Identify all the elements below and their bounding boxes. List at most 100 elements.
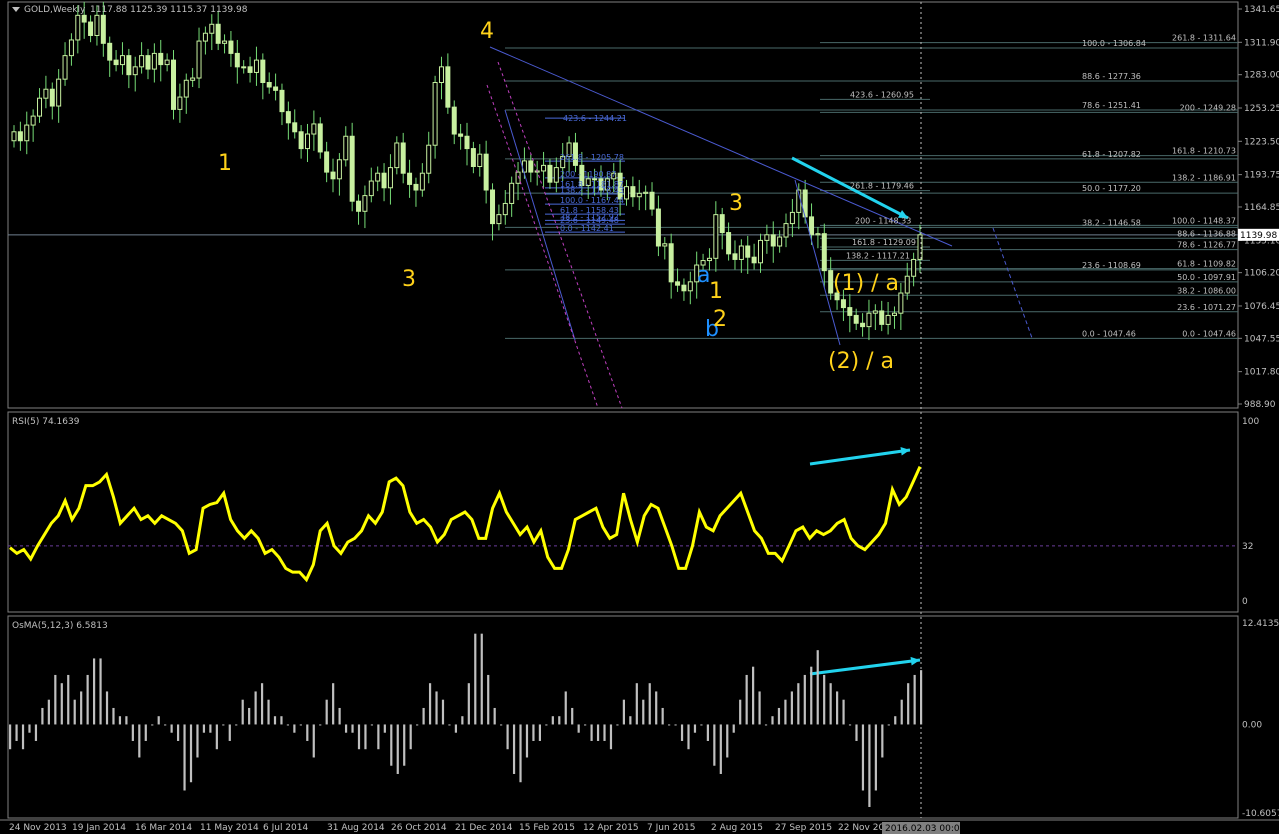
trendline-fan-2 — [794, 179, 841, 346]
candle-body — [649, 191, 655, 210]
price-tick-label: 1223.50 — [1244, 137, 1279, 147]
fib-right-label: 50.0 - 1177.20 — [1082, 184, 1141, 193]
candle-body — [171, 59, 177, 110]
time-label: 26 Oct 2014 — [391, 823, 447, 833]
candle-body — [228, 40, 234, 54]
osma-bar — [861, 724, 865, 791]
candle-body — [668, 243, 674, 283]
candle-body — [809, 216, 815, 236]
osma-bar — [435, 691, 438, 725]
osma-bar — [480, 633, 483, 725]
time-label: 16 Mar 2014 — [135, 823, 192, 833]
candle-body — [732, 253, 738, 260]
osma-bottom-label: -10.6057 — [1242, 809, 1279, 819]
candle-body — [234, 52, 240, 68]
candle-body — [458, 133, 464, 137]
candle-body — [324, 151, 330, 173]
candle-body — [279, 89, 285, 113]
candle-body — [49, 88, 55, 107]
rsi-panel — [7, 411, 1239, 613]
osma-bar — [829, 683, 832, 725]
candle-body — [113, 59, 119, 66]
candle-body — [349, 135, 355, 202]
candle-body — [222, 40, 228, 44]
osma-bar — [551, 716, 554, 725]
candle-body — [139, 55, 145, 68]
candle-body — [643, 191, 649, 194]
osma-bar — [319, 724, 322, 726]
candle-body — [847, 307, 853, 316]
candle-body — [183, 79, 189, 98]
candle-body — [719, 214, 725, 234]
osma-bar — [487, 674, 490, 725]
osma-bar — [105, 691, 109, 725]
candle-body — [400, 142, 406, 174]
osma-bar — [228, 724, 231, 741]
osma-bar — [170, 724, 173, 733]
osma-bar — [538, 724, 542, 741]
osma-bar — [674, 724, 677, 726]
osma-bar — [441, 699, 445, 725]
fib-mid-label: 261.8 - 1179.46 — [850, 182, 914, 191]
osma-bar — [512, 724, 516, 774]
osma-bar — [306, 724, 309, 741]
osma-bar — [739, 699, 742, 725]
candle-body — [777, 236, 783, 247]
candle-body — [17, 131, 23, 142]
time-label: 31 Aug 2014 — [327, 823, 385, 833]
candle-body — [821, 233, 827, 272]
osma-bar — [622, 699, 625, 725]
candle-body — [426, 144, 432, 174]
price-tick-label: 1311.90 — [1244, 38, 1279, 48]
osma-bar — [267, 699, 270, 725]
osma-bar — [803, 674, 806, 725]
candle-body — [464, 135, 470, 150]
fib-left-label: 100.0 - 1167.44 — [560, 196, 624, 205]
candle-body — [419, 172, 425, 191]
candle-body — [387, 167, 393, 189]
osma-bar — [596, 724, 600, 741]
time-label: 19 Jan 2014 — [72, 823, 126, 833]
candle-body — [317, 123, 323, 153]
candle-body — [75, 14, 81, 41]
fib-ext-label: 100.0 - 1148.37 — [1172, 216, 1236, 225]
osma-bar — [894, 716, 897, 725]
arrow-rsi — [809, 448, 911, 466]
candle-body — [528, 160, 534, 173]
fib-right-label: 0.0 - 1047.46 — [1082, 329, 1136, 338]
osma-bar — [189, 724, 193, 783]
candle-body — [209, 23, 215, 34]
osma-bar — [118, 716, 122, 725]
chart-svg: 1341.65 1311.90 1283.00 1253.25 1223.50 1193.… — [0, 1, 1279, 834]
osma-bar — [493, 707, 496, 725]
candle-body — [292, 122, 298, 133]
candle-body — [413, 183, 419, 191]
fib-mid-label: 423.6 - 1260.95 — [850, 90, 914, 99]
candle-body — [509, 182, 515, 204]
candle-body — [911, 258, 917, 277]
candle-body — [432, 82, 438, 146]
osma-bar — [183, 724, 186, 791]
price-tick-label: 988.90 — [1244, 400, 1276, 410]
candle-body — [145, 55, 151, 70]
candle-body — [107, 42, 113, 61]
candle-body — [215, 23, 221, 44]
osma-bar — [286, 724, 290, 726]
candle-body — [515, 171, 521, 184]
osma-bar — [403, 724, 406, 766]
candle-body — [687, 281, 693, 292]
osma-bar — [248, 707, 251, 725]
wave-label-2-mid: 2 — [713, 307, 727, 332]
fib-left-label: 423.6 - 1244.21 — [563, 114, 627, 123]
time-label: 27 Sep 2015 — [775, 823, 832, 833]
osma-bar — [545, 724, 548, 726]
rsi-level-top-label: 100 — [1242, 417, 1259, 427]
osma-bar — [732, 724, 735, 733]
candle-body — [885, 314, 891, 325]
candle-body — [490, 189, 496, 225]
candle-body — [891, 312, 897, 316]
osma-bar — [92, 658, 96, 725]
candle-body — [56, 78, 62, 107]
candle-body — [100, 14, 106, 44]
osma-bar — [900, 699, 903, 725]
